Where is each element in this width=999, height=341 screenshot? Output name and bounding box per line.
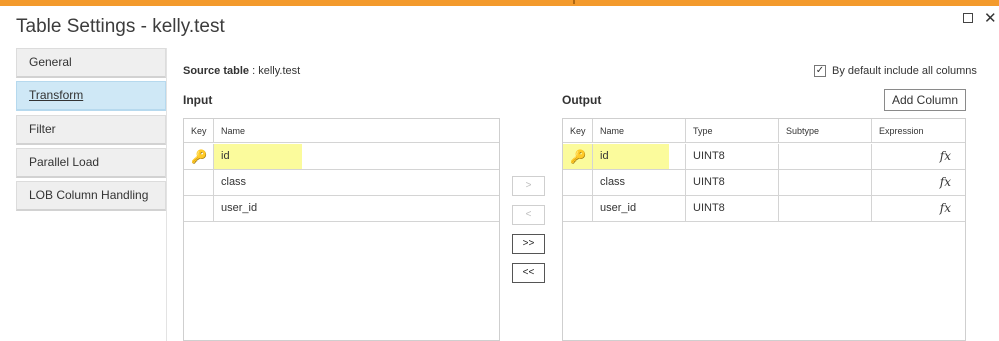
sidebar-item-label: Filter <box>29 122 56 136</box>
function-icon[interactable]: fx <box>872 196 965 221</box>
name-cell: class <box>221 176 247 188</box>
sidebar-item-label: Transform <box>29 88 84 102</box>
source-table-info: Source table : kelly.test <box>183 65 300 77</box>
type-cell: UINT8 <box>686 144 779 169</box>
name-cell: id <box>593 144 669 169</box>
output-col-name[interactable]: Name <box>593 119 686 143</box>
dialog-title: Table Settings - kelly.test <box>16 16 225 37</box>
maximize-icon[interactable] <box>963 13 973 23</box>
table-row[interactable]: 🔑 id <box>184 144 499 170</box>
key-cell <box>184 196 214 221</box>
key-cell: 🔑 <box>184 144 214 169</box>
table-row[interactable]: user_id <box>184 196 499 222</box>
sidebar-item-label: LOB Column Handling <box>29 188 149 202</box>
input-title: Input <box>183 93 213 107</box>
output-grid-header: Key Name Type Subtype Expression <box>563 119 965 143</box>
default-include-option[interactable]: ✓ By default include all columns <box>814 65 977 77</box>
subtype-cell <box>779 170 872 195</box>
output-col-expression[interactable]: Expression <box>872 119 965 143</box>
output-col-type[interactable]: Type <box>686 119 779 143</box>
name-cell: user_id <box>593 196 686 221</box>
function-icon[interactable]: fx <box>872 144 965 169</box>
sidebar-item-general[interactable]: General <box>16 48 166 78</box>
add-column-button[interactable]: Add Column <box>884 89 966 111</box>
output-col-key[interactable]: Key <box>563 119 593 143</box>
sidebar-item-label: General <box>29 55 72 69</box>
subtype-cell <box>779 144 872 169</box>
key-icon: 🔑 <box>570 149 587 164</box>
move-all-right-button[interactable]: >> <box>512 234 545 254</box>
move-left-button[interactable]: < <box>512 205 545 225</box>
sidebar-item-transform[interactable]: Transform <box>16 81 166 111</box>
output-col-subtype[interactable]: Subtype <box>779 119 872 143</box>
highlight-marker: id <box>214 144 302 169</box>
table-row[interactable]: class UINT8 fx <box>563 170 965 196</box>
input-col-name[interactable]: Name <box>214 119 499 143</box>
type-cell: UINT8 <box>686 170 779 195</box>
default-include-checkbox[interactable]: ✓ <box>814 65 826 77</box>
key-cell <box>184 170 214 195</box>
key-cell <box>563 170 593 195</box>
sidebar-item-label: Parallel Load <box>29 155 100 169</box>
source-table-separator: : <box>249 65 259 77</box>
name-cell: user_id <box>221 202 258 214</box>
key-cell <box>563 196 593 221</box>
input-grid-header: Key Name <box>184 119 499 143</box>
function-icon[interactable]: fx <box>872 170 965 195</box>
subtype-cell <box>779 196 872 221</box>
table-row[interactable]: class <box>184 170 499 196</box>
name-cell: id <box>214 144 499 169</box>
output-title: Output <box>562 93 602 107</box>
table-row[interactable]: user_id UINT8 fx <box>563 196 965 222</box>
key-icon: 🔑 <box>191 149 208 164</box>
move-all-left-button[interactable]: << <box>512 263 545 283</box>
accent-bar <box>0 0 999 6</box>
type-cell: UINT8 <box>686 196 779 221</box>
source-table-label: Source table <box>183 65 250 77</box>
key-cell: 🔑 <box>563 144 593 169</box>
sidebar-divider <box>166 48 167 341</box>
table-row[interactable]: 🔑 id UINT8 fx <box>563 144 965 170</box>
sidebar-item-lob-column-handling[interactable]: LOB Column Handling <box>16 181 166 211</box>
name-cell: class <box>593 170 686 195</box>
move-right-button[interactable]: > <box>512 176 545 196</box>
output-grid: Key Name Type Subtype Expression 🔑 id UI… <box>562 118 966 341</box>
sidebar-item-filter[interactable]: Filter <box>16 115 166 145</box>
input-col-key[interactable]: Key <box>184 119 214 143</box>
close-icon[interactable]: ✕ <box>984 9 997 27</box>
accent-bar-marker <box>573 0 575 4</box>
sidebar-item-parallel-load[interactable]: Parallel Load <box>16 148 166 178</box>
default-include-label: By default include all columns <box>832 65 977 77</box>
input-grid: Key Name 🔑 id class user_id <box>183 118 500 341</box>
source-table-value: kelly.test <box>258 65 301 77</box>
